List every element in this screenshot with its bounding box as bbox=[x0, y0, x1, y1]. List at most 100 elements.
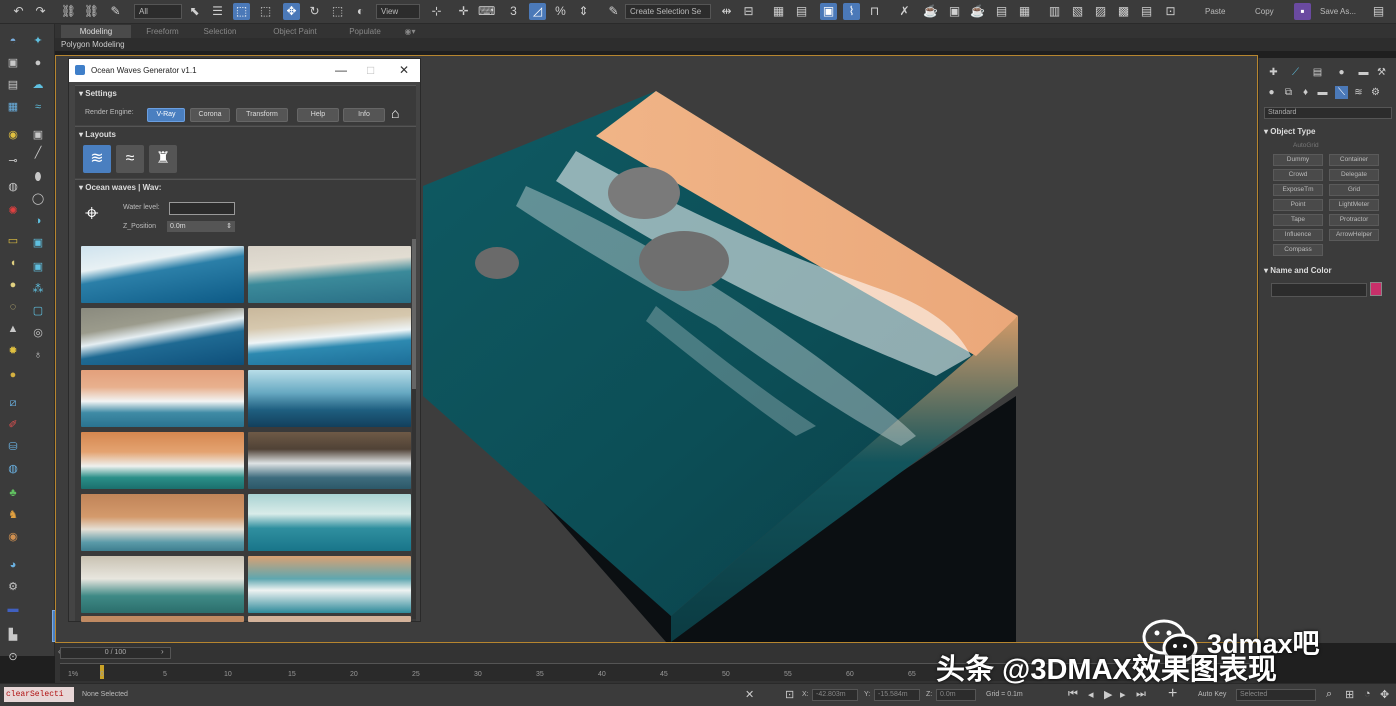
redo-icon[interactable]: ↷ bbox=[32, 3, 49, 20]
systems-icon[interactable]: ⚙ bbox=[1369, 86, 1382, 99]
scale-icon[interactable]: ⬚ bbox=[329, 3, 346, 20]
wave-thumb-2[interactable] bbox=[248, 246, 411, 303]
keyboard-shortcut-icon[interactable]: ⌨ bbox=[478, 3, 495, 20]
bulb-icon[interactable]: ♁ bbox=[31, 348, 45, 362]
modify-icon[interactable]: ✦ bbox=[31, 34, 45, 48]
dialog-titlebar[interactable]: Ocean Waves Generator v1.1 — □ ✕ bbox=[69, 59, 420, 82]
brush-icon[interactable]: ✐ bbox=[6, 418, 20, 432]
wave-thumb-13[interactable] bbox=[81, 616, 244, 622]
modify-tab-icon[interactable]: ⟋ bbox=[1289, 66, 1302, 79]
plugin-icon[interactable]: ▪ bbox=[1294, 3, 1311, 20]
prev-frame-icon[interactable]: ◂ bbox=[1088, 688, 1094, 701]
wave-thumb-8[interactable] bbox=[248, 432, 411, 489]
select-by-name-icon[interactable]: ☰ bbox=[209, 3, 226, 20]
next-frame-icon[interactable]: ▸ bbox=[1120, 688, 1126, 701]
geometry-icon[interactable]: ● bbox=[1265, 86, 1278, 99]
spinner-arrows-icon[interactable]: ⇕ bbox=[226, 221, 232, 232]
vray-asset-icon[interactable]: ▧ bbox=[1069, 3, 1086, 20]
curve-editor-icon[interactable]: ⌇ bbox=[843, 3, 860, 20]
plane-icon[interactable]: ▣ bbox=[31, 236, 45, 250]
time-slider[interactable]: 0 / 100 bbox=[60, 647, 171, 659]
vray-settings-icon[interactable]: ⊡ bbox=[1162, 3, 1179, 20]
tube-icon[interactable]: ◌ bbox=[6, 300, 20, 314]
sun-icon[interactable]: ✹ bbox=[6, 344, 20, 358]
render-grid-icon[interactable]: ▦ bbox=[1016, 3, 1033, 20]
container-button[interactable]: Container bbox=[1329, 154, 1379, 166]
tab-modeling[interactable]: Modeling bbox=[61, 25, 131, 38]
helpers-icon[interactable]: ⟍ bbox=[1335, 86, 1348, 99]
ribbon-options-icon[interactable]: ◉▾ bbox=[403, 25, 417, 38]
utilities-tab-icon[interactable]: ⚒ bbox=[1375, 66, 1388, 79]
material-editor-icon[interactable]: ✗ bbox=[896, 3, 913, 20]
vray-bake-icon[interactable]: ▩ bbox=[1115, 3, 1132, 20]
window-crossing-icon[interactable]: ⬚ bbox=[257, 3, 274, 20]
lights-icon[interactable]: ♦ bbox=[1299, 86, 1312, 99]
vray-frame-icon[interactable]: ▥ bbox=[1046, 3, 1063, 20]
hierarchy-tab-icon[interactable]: ▤ bbox=[1311, 66, 1324, 79]
object-color-swatch[interactable] bbox=[1370, 282, 1382, 296]
protractor-button[interactable]: Protractor bbox=[1329, 214, 1379, 226]
zoom-icon[interactable]: ⌕ bbox=[1326, 688, 1332, 701]
create-tab-icon[interactable]: ✚ bbox=[1267, 66, 1280, 79]
box-icon[interactable]: ▭ bbox=[6, 234, 20, 248]
vray-button[interactable]: V-Ray bbox=[147, 108, 185, 122]
key-filter-dropdown[interactable]: Selected bbox=[1236, 689, 1316, 701]
render-iterative-icon[interactable]: ▤ bbox=[993, 3, 1010, 20]
wave-thumb-6[interactable] bbox=[248, 370, 411, 427]
bucket-icon[interactable]: ⛁ bbox=[6, 440, 20, 454]
hedra-icon[interactable]: ◎ bbox=[31, 326, 45, 340]
selection-filter-dropdown[interactable]: All bbox=[134, 4, 182, 19]
spinner-snap-icon[interactable]: ⇕ bbox=[575, 3, 592, 20]
select-manipulate-icon[interactable]: ✛ bbox=[455, 3, 472, 20]
category-dropdown[interactable]: Standard bbox=[1264, 107, 1392, 119]
wave-thumb-5[interactable] bbox=[81, 370, 244, 427]
system-icon[interactable]: ◍ bbox=[6, 180, 20, 194]
crowd-icon[interactable]: ♞ bbox=[6, 508, 20, 522]
reference-coord-dropdown[interactable]: View bbox=[376, 4, 420, 19]
rock-icon[interactable]: ◉ bbox=[6, 530, 20, 544]
move-icon[interactable]: ✥ bbox=[283, 3, 300, 20]
link-icon[interactable]: ⛓ bbox=[60, 3, 77, 20]
layouts-title[interactable]: ▾ Layouts bbox=[79, 130, 116, 139]
play-icon[interactable]: ▶ bbox=[1104, 688, 1112, 701]
crowd-button[interactable]: Crowd bbox=[1273, 169, 1323, 181]
teapot-icon[interactable]: ● bbox=[6, 368, 20, 382]
particle-icon[interactable]: ✺ bbox=[6, 204, 20, 218]
waves-title[interactable]: ▾ Ocean waves | Wav: bbox=[79, 183, 161, 192]
render-production-icon[interactable]: ☕ bbox=[969, 3, 986, 20]
orbit-icon[interactable]: ◔ bbox=[1364, 688, 1371, 700]
light-icon[interactable]: ◉ bbox=[6, 128, 20, 142]
tab-populate[interactable]: Populate bbox=[340, 25, 390, 38]
camera-icon[interactable]: ▣ bbox=[31, 128, 45, 142]
spacewarps-icon[interactable]: ≋ bbox=[1352, 86, 1365, 99]
shapes-icon[interactable]: ⧉ bbox=[1282, 86, 1295, 99]
settings-icon[interactable]: ▙ bbox=[6, 628, 20, 642]
pyramid-icon[interactable]: ▲ bbox=[6, 322, 20, 336]
settings-title[interactable]: ▾ Settings bbox=[79, 89, 117, 98]
name-color-title[interactable]: ▾ Name and Color bbox=[1264, 266, 1332, 275]
info-icon[interactable]: ⊙ bbox=[6, 650, 20, 664]
sphere-icon[interactable]: ▦ bbox=[6, 100, 20, 114]
wave-thumb-12[interactable] bbox=[248, 556, 411, 613]
toggle-ribbon-icon[interactable]: ▣ bbox=[820, 3, 837, 20]
cameras-icon[interactable]: ▬ bbox=[1316, 86, 1329, 99]
wave-thumb-4[interactable] bbox=[248, 308, 411, 365]
grid-button[interactable]: Grid bbox=[1329, 184, 1379, 196]
water-icon[interactable]: ≈ bbox=[31, 100, 45, 114]
isolate-icon[interactable]: ✕ bbox=[745, 688, 754, 701]
motion-icon[interactable]: ● bbox=[31, 56, 45, 70]
named-selection-dropdown[interactable]: Create Selection Se bbox=[625, 4, 711, 19]
layout-waves-icon[interactable]: ≋ bbox=[83, 145, 111, 173]
geosphere-icon[interactable]: ◑ bbox=[31, 214, 45, 228]
point-button[interactable]: Point bbox=[1273, 199, 1323, 211]
mirror-icon[interactable]: ⇹ bbox=[718, 3, 735, 20]
dialog-scrollbar[interactable] bbox=[412, 239, 416, 619]
object-type-title[interactable]: ▾ Object Type bbox=[1264, 127, 1315, 136]
spacewarp-icon[interactable]: ╱ bbox=[31, 146, 45, 160]
angle-snap-icon[interactable]: ◿ bbox=[529, 3, 546, 20]
rendered-frame-icon[interactable]: ▣ bbox=[946, 3, 963, 20]
save-as-label[interactable]: Save As... bbox=[1320, 7, 1356, 16]
go-to-start-icon[interactable]: ⏮ bbox=[1068, 688, 1078, 701]
render-setup-icon[interactable]: ☕ bbox=[922, 3, 939, 20]
copy-label[interactable]: Copy bbox=[1255, 7, 1274, 16]
